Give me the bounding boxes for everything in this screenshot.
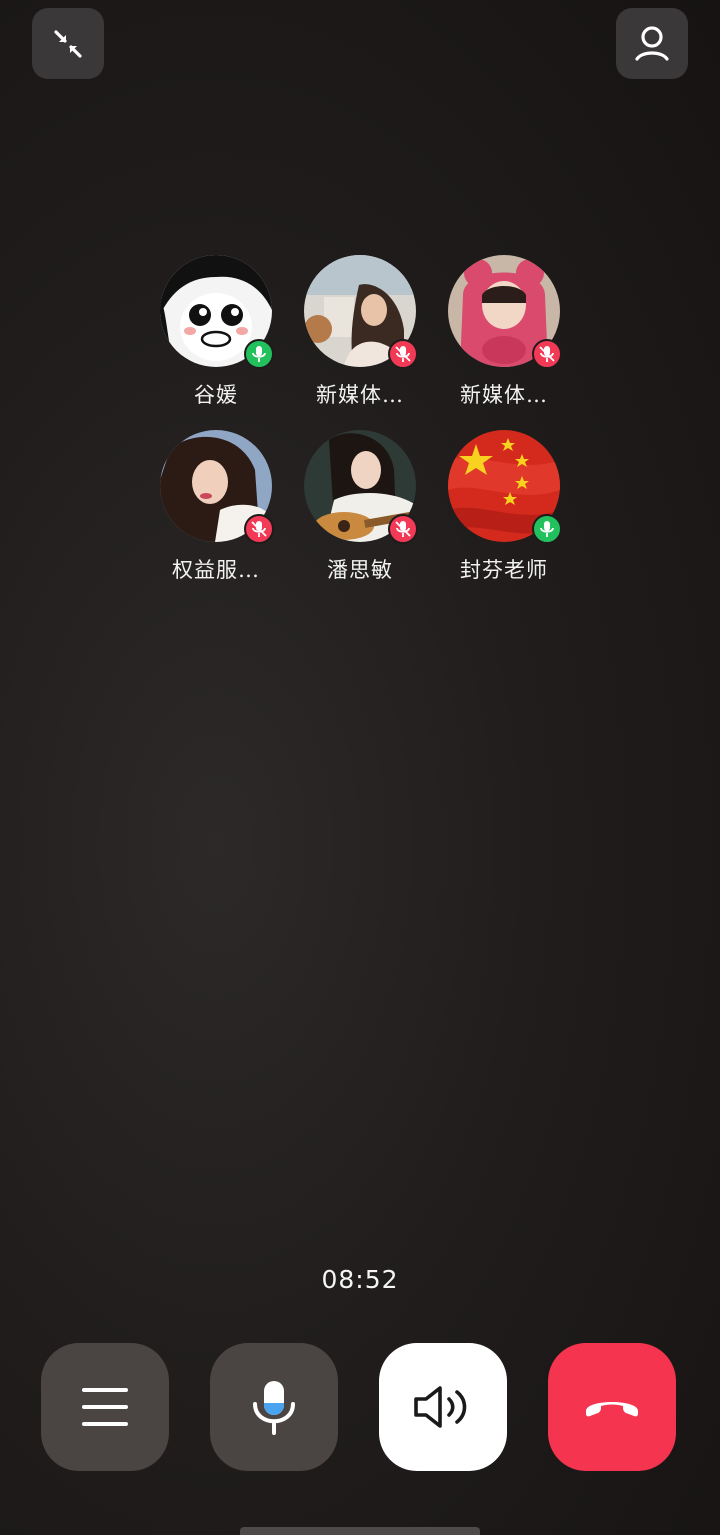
speaker-button[interactable] [379, 1343, 507, 1471]
microphone-button[interactable] [210, 1343, 338, 1471]
add-member-button[interactable] [616, 8, 688, 79]
participant-tile[interactable]: 封芬老师 [432, 430, 576, 590]
avatar-container [160, 255, 274, 369]
participant-name: 封芬老师 [460, 558, 548, 582]
person-icon [635, 25, 669, 61]
menu-button[interactable] [41, 1343, 169, 1471]
participant-tile[interactable]: 权益服… [144, 430, 288, 590]
participant-name: 权益服… [172, 558, 260, 582]
home-indicator[interactable] [240, 1527, 480, 1535]
microphone-icon [253, 1381, 295, 1435]
avatar-container [160, 430, 274, 544]
avatar-container [448, 255, 562, 369]
mic-muted-icon [388, 339, 418, 369]
avatar-container [304, 255, 418, 369]
collapse-arrows-icon [54, 29, 82, 58]
minimize-button[interactable] [32, 8, 104, 79]
avatar-container [448, 430, 562, 544]
participant-tile[interactable]: 潘思敏 [288, 430, 432, 590]
participant-tile[interactable]: 谷媛 [144, 255, 288, 415]
avatar-container [304, 430, 418, 544]
mic-on-icon [532, 514, 562, 544]
participant-name: 谷媛 [194, 383, 238, 407]
mic-on-icon [244, 339, 274, 369]
mic-muted-icon [388, 514, 418, 544]
participant-name: 新媒体… [460, 383, 548, 407]
participant-name: 新媒体… [316, 383, 404, 407]
menu-icon [82, 1388, 128, 1426]
hang-up-icon [586, 1402, 638, 1417]
speaker-icon [414, 1386, 467, 1428]
participant-tile[interactable]: 新媒体… [432, 255, 576, 415]
hang-up-button[interactable] [548, 1343, 676, 1471]
mic-muted-icon [532, 339, 562, 369]
mic-muted-icon [244, 514, 274, 544]
call-timer: 08:52 [321, 1265, 399, 1294]
participant-name: 潘思敏 [327, 558, 393, 582]
participant-tile[interactable]: 新媒体… [288, 255, 432, 415]
